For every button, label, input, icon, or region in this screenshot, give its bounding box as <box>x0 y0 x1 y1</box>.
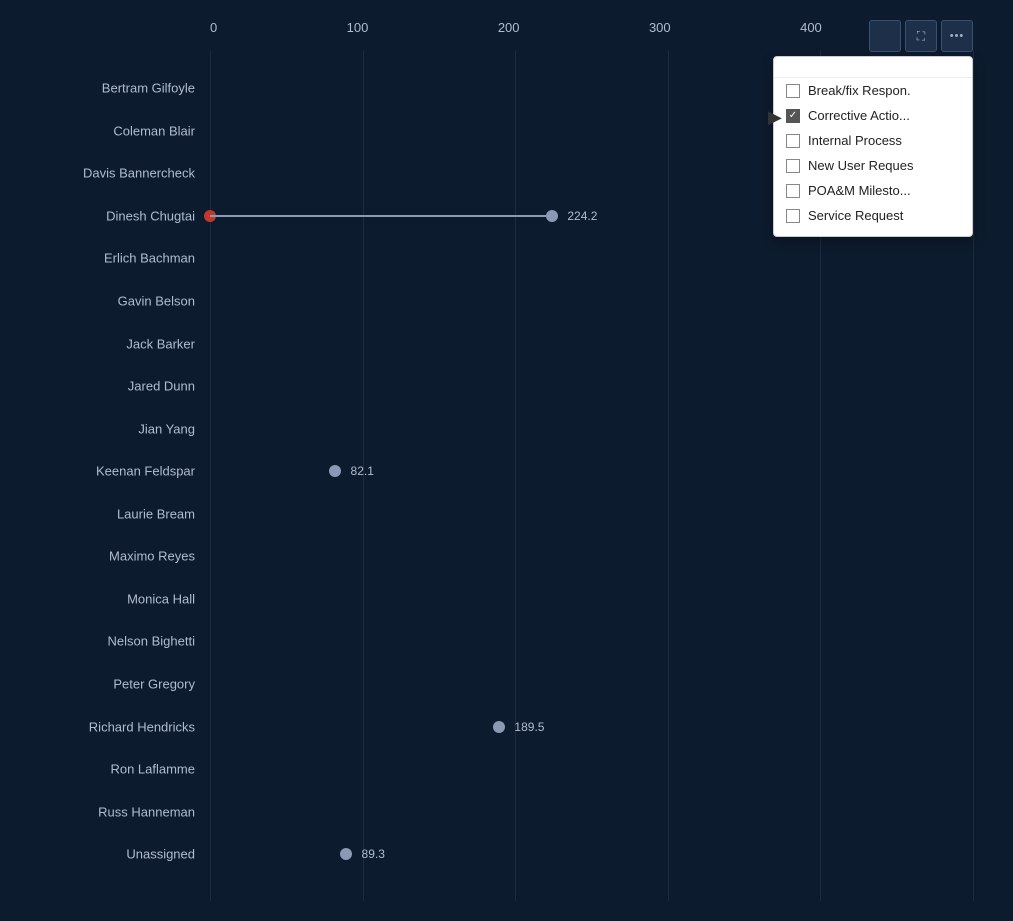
y-label-unassigned: Unassigned <box>126 847 195 862</box>
checkbox-wrapper-0 <box>786 84 800 98</box>
y-label-peter-gregory: Peter Gregory <box>113 676 195 691</box>
toolbar-icons: ⛶ ••• <box>773 20 973 52</box>
data-value-label-keenan-feldspar: 82.1 <box>351 464 374 478</box>
y-label-russ-hanneman: Russ Hanneman <box>98 804 195 819</box>
filter-item-5[interactable]: Service Request <box>774 203 972 228</box>
y-label-dinesh-chugtai: Dinesh Chugtai <box>106 208 195 223</box>
x-label-300: 300 <box>649 20 671 35</box>
x-label-100: 100 <box>347 20 369 35</box>
filter-popup: ⛶ ••• Break/fix Respon. ▶✓ Corrective Acti… <box>773 20 973 237</box>
filter-item-0[interactable]: Break/fix Respon. <box>774 78 972 103</box>
filter-item-label-0: Break/fix Respon. <box>808 83 911 98</box>
checkbox-wrapper-1: ▶✓ <box>786 109 800 123</box>
y-label-bertram-gilfoyle: Bertram Gilfoyle <box>102 81 195 96</box>
filter-item-3[interactable]: New User Reques <box>774 153 972 178</box>
filter-item-label-5: Service Request <box>808 208 903 223</box>
y-label-richard-hendricks: Richard Hendricks <box>89 719 195 734</box>
y-label-jack-barker: Jack Barker <box>126 336 195 351</box>
y-label-keenan-feldspar: Keenan Feldspar <box>96 464 195 479</box>
y-label-maximo-reyes: Maximo Reyes <box>109 549 195 564</box>
data-dot-keenan-feldspar[interactable] <box>329 465 341 477</box>
checkbox-wrapper-2 <box>786 134 800 148</box>
y-label-jian-yang: Jian Yang <box>138 421 195 436</box>
data-value-label-unassigned: 89.3 <box>362 847 385 861</box>
y-axis-labels: Bertram Gilfoyle Coleman Blair Davis Banne… <box>0 50 205 901</box>
checkbox-1[interactable]: ✓ <box>786 109 800 123</box>
data-value-label-dinesh-chugtai: 224.2 <box>567 209 597 223</box>
grid-line-500 <box>973 50 974 901</box>
y-label-ron-laflamme: Ron Laflamme <box>110 762 195 777</box>
checkbox-3[interactable] <box>786 159 800 173</box>
y-label-monica-hall: Monica Hall <box>127 591 195 606</box>
checkbox-wrapper-3 <box>786 159 800 173</box>
y-label-coleman-blair: Coleman Blair <box>113 123 195 138</box>
y-label-laurie-bream: Laurie Bream <box>117 506 195 521</box>
y-label-jared-dunn: Jared Dunn <box>128 379 195 394</box>
expand-button[interactable]: ⛶ <box>905 20 937 52</box>
filter-item-label-1: Corrective Actio... <box>808 108 910 123</box>
data-value-label-richard-hendricks: 189.5 <box>514 720 544 734</box>
grid-line-200 <box>515 50 516 901</box>
x-label-200: 200 <box>498 20 520 35</box>
y-label-davis-bannercheck: Davis Bannercheck <box>83 166 195 181</box>
checkbox-wrapper-4 <box>786 184 800 198</box>
grid-line-0 <box>210 50 211 901</box>
filter-item-2[interactable]: Internal Process <box>774 128 972 153</box>
checkbox-0[interactable] <box>786 84 800 98</box>
filter-item-label-3: New User Reques <box>808 158 914 173</box>
x-label-0: 0 <box>210 20 217 35</box>
more-icon: ••• <box>950 30 965 42</box>
dropdown-panel: Break/fix Respon. ▶✓ Corrective Actio... In… <box>773 56 973 237</box>
filter-item-4[interactable]: POA&M Milesto... <box>774 178 972 203</box>
filter-item-label-4: POA&M Milesto... <box>808 183 911 198</box>
checkbox-5[interactable] <box>786 209 800 223</box>
data-dot-unassigned[interactable] <box>340 848 352 860</box>
checkbox-4[interactable] <box>786 184 800 198</box>
filter-button[interactable] <box>869 20 901 52</box>
grid-line-300 <box>668 50 669 901</box>
checkbox-wrapper-5 <box>786 209 800 223</box>
filter-item-1[interactable]: ▶✓ Corrective Actio... <box>774 103 972 128</box>
checkbox-2[interactable] <box>786 134 800 148</box>
y-label-erlich-bachman: Erlich Bachman <box>104 251 195 266</box>
data-line-dinesh-chugtai <box>210 215 552 217</box>
data-dot-gray-end-dinesh-chugtai[interactable] <box>546 210 558 222</box>
filter-item-label-2: Internal Process <box>808 133 902 148</box>
data-dot-richard-hendricks[interactable] <box>493 721 505 733</box>
more-button[interactable]: ••• <box>941 20 973 52</box>
chart-container: Bertram Gilfoyle Coleman Blair Davis Banne… <box>0 0 1013 921</box>
expand-icon: ⛶ <box>917 29 925 44</box>
dropdown-header <box>774 65 972 78</box>
y-label-nelson-bighetti: Nelson Bighetti <box>108 634 195 649</box>
y-label-gavin-belson: Gavin Belson <box>118 294 195 309</box>
